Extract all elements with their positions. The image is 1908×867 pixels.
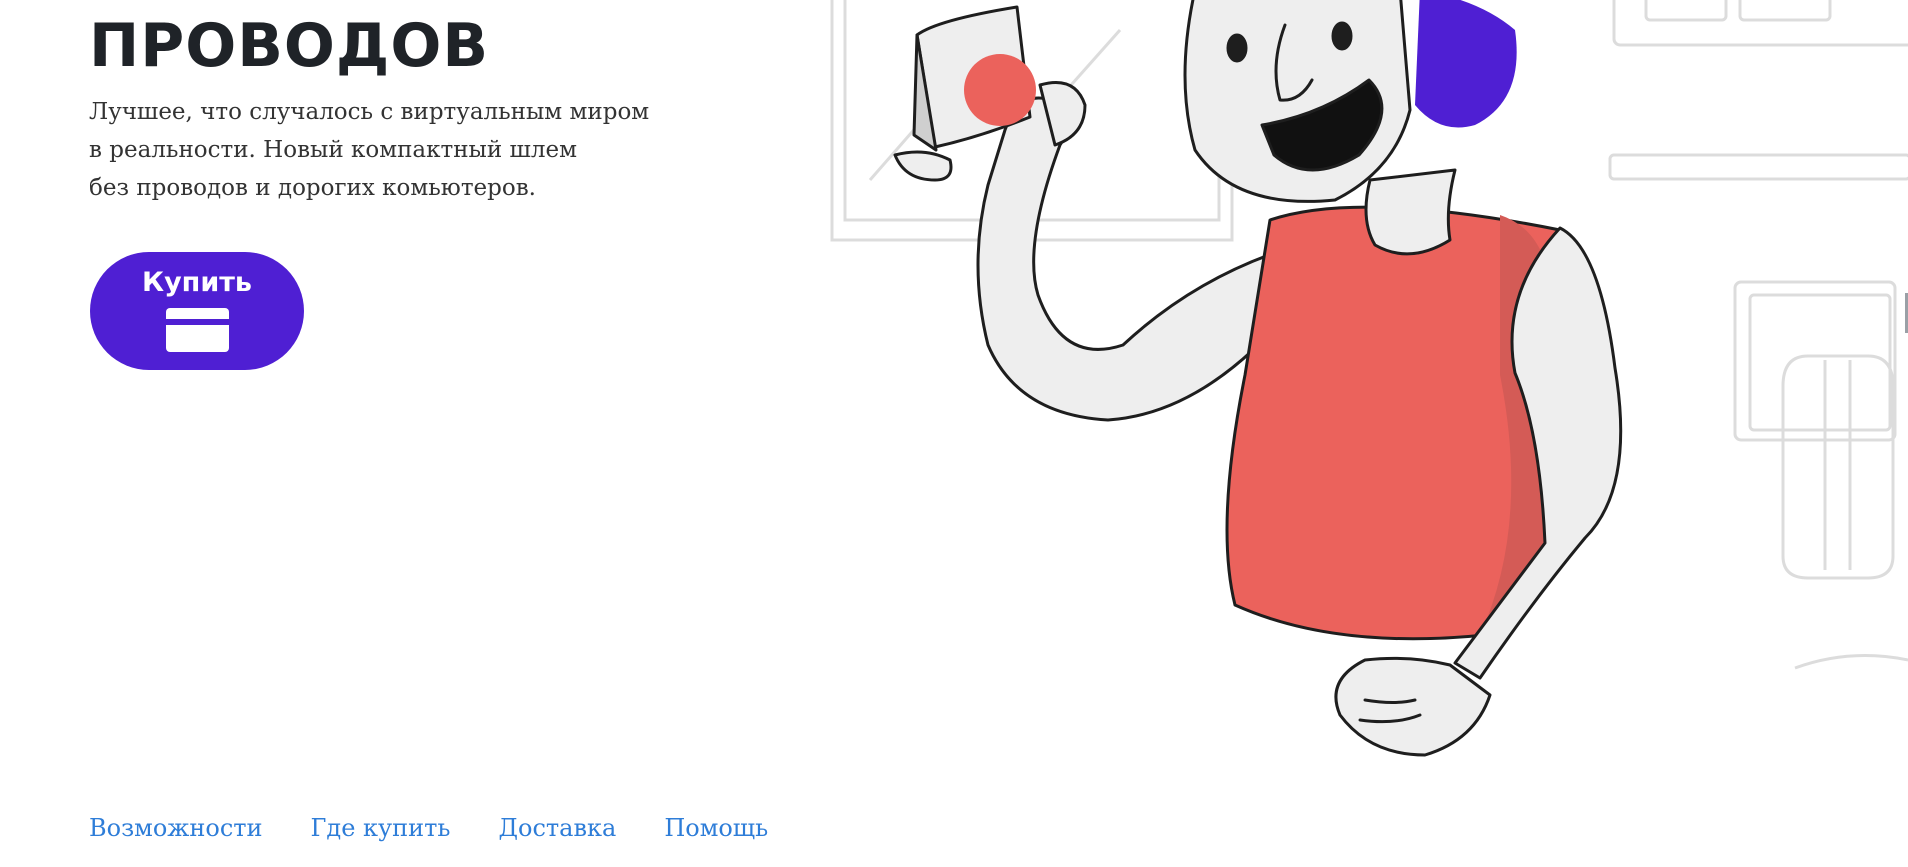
- description-line: в реальности. Новый компактный шлем: [89, 137, 577, 163]
- nav-link-delivery[interactable]: Доставка: [499, 814, 617, 842]
- nav-link-features[interactable]: Возможности: [89, 814, 263, 842]
- person-illustration: [893, 0, 1623, 757]
- page-title: ПРОВОДОВ: [89, 11, 490, 81]
- buy-button[interactable]: Купить: [90, 252, 304, 370]
- buy-button-label: Купить: [142, 266, 252, 298]
- hero-illustration: [830, 0, 1908, 757]
- description-line: Лучшее, что случалось с виртуальным миро…: [89, 99, 650, 125]
- description-line: без проводов и дорогих комьютеров.: [89, 175, 536, 201]
- nav-link-where-to-buy[interactable]: Где купить: [311, 814, 451, 842]
- hero-description: Лучшее, что случалось с виртуальным миро…: [89, 93, 669, 207]
- nav-link-help[interactable]: Помощь: [664, 814, 768, 842]
- footer-nav: Возможности Где купить Доставка Помощь: [89, 814, 768, 842]
- credit-card-icon: [165, 307, 229, 352]
